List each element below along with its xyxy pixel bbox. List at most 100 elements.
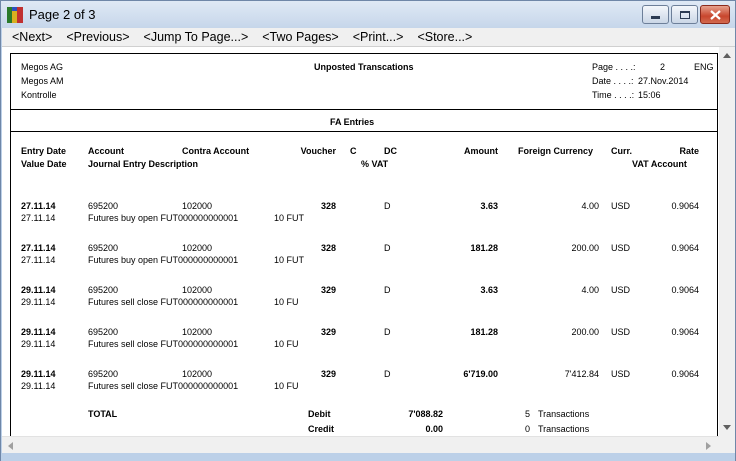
language-code: ENG (694, 62, 714, 72)
voucher-number: 329 (320, 285, 336, 295)
currency: USD (611, 327, 631, 337)
maximize-icon (679, 10, 690, 19)
col-c: C (350, 146, 357, 156)
foreign-amount: 7'412.84 (564, 369, 599, 379)
menu-jump-to-page[interactable]: <Jump To Page...> (144, 30, 249, 44)
voucher-number: 328 (320, 201, 336, 211)
exchange-rate: 0.9064 (671, 243, 699, 253)
journal-description: Futures sell close FUT000000000001 (88, 297, 239, 307)
vat-code: 10 FU (274, 297, 299, 307)
scroll-right-icon[interactable] (706, 442, 711, 450)
account-number: 695200 (88, 327, 119, 337)
account-number: 695200 (88, 201, 119, 211)
value-date: 29.11.14 (21, 339, 56, 349)
currency: USD (611, 201, 631, 211)
col-value-date: Value Date (21, 159, 67, 169)
total-label: TOTAL (88, 409, 118, 419)
debit-count: 5 (525, 409, 531, 419)
contra-account: 102000 (182, 243, 213, 253)
menu-next[interactable]: <Next> (12, 30, 52, 44)
page-label: Page . . . .: (592, 62, 636, 72)
foreign-amount: 200.00 (571, 243, 599, 253)
contra-account: 102000 (182, 285, 213, 295)
col-vat-account: VAT Account (632, 159, 687, 169)
col-vat-percent: % VAT (361, 159, 389, 169)
entry-date: 29.11.14 (21, 327, 56, 337)
maximize-button[interactable] (671, 5, 698, 24)
vat-code: 10 FU (274, 339, 299, 349)
app-icon (7, 7, 23, 23)
amount: 6'719.00 (463, 369, 498, 379)
menu-bar: <Next> <Previous> <Jump To Page...> <Two… (2, 28, 735, 47)
horizontal-scrollbar[interactable] (2, 436, 719, 453)
scroll-up-icon[interactable] (723, 53, 731, 58)
voucher-number: 328 (320, 243, 336, 253)
amount: 3.63 (480, 201, 498, 211)
exchange-rate: 0.9064 (671, 327, 699, 337)
vat-code: 10 FU (274, 381, 299, 391)
contra-account: 102000 (182, 327, 213, 337)
vat-code: 10 FUT (274, 255, 305, 265)
menu-print[interactable]: <Print...> (353, 30, 404, 44)
entry-date: 27.11.14 (21, 243, 56, 253)
col-foreign-currency: Foreign Currency (518, 146, 594, 156)
col-entry-date: Entry Date (21, 146, 67, 156)
foreign-amount: 4.00 (581, 201, 599, 211)
exchange-rate: 0.9064 (671, 285, 699, 295)
page-number: 2 (660, 62, 666, 72)
col-currency: Curr. (611, 146, 633, 156)
amount: 181.28 (470, 327, 498, 337)
value-date: 29.11.14 (21, 297, 56, 307)
time-label: Time . . . .: (592, 90, 635, 100)
menu-store[interactable]: <Store...> (417, 30, 472, 44)
voucher-number: 329 (320, 327, 336, 337)
debit-credit-flag: D (384, 201, 391, 211)
credit-label: Credit (308, 424, 335, 434)
col-dc: DC (384, 146, 397, 156)
account-number: 695200 (88, 285, 119, 295)
scroll-left-icon[interactable] (8, 442, 13, 450)
credit-transactions-label: Transactions (538, 424, 590, 434)
report-page: Megos AG Megos AM Kontrolle Unposted Tra… (10, 53, 718, 436)
report-title: Unposted Transcations (314, 62, 414, 72)
debit-credit-flag: D (384, 243, 391, 253)
close-button[interactable] (700, 5, 730, 24)
entry-date: 29.11.14 (21, 369, 56, 379)
exchange-rate: 0.9064 (671, 201, 699, 211)
vat-code: 10 FUT (274, 213, 305, 223)
header-divider (11, 109, 717, 110)
currency: USD (611, 369, 631, 379)
title-bar[interactable]: Page 2 of 3 (1, 1, 735, 28)
minimize-icon (651, 16, 660, 19)
credit-count: 0 (525, 424, 531, 434)
foreign-amount: 200.00 (571, 327, 599, 337)
exchange-rate: 0.9064 (671, 369, 699, 379)
minimize-button[interactable] (642, 5, 669, 24)
journal-description: Futures buy open FUT000000000001 (88, 213, 239, 223)
company-line: Megos AG (21, 62, 64, 72)
menu-two-pages[interactable]: <Two Pages> (262, 30, 338, 44)
credit-total: 0.00 (425, 424, 443, 434)
company-line: Megos AM (21, 76, 64, 86)
report-time: 15:06 (638, 90, 661, 100)
contra-account: 102000 (182, 369, 213, 379)
report-viewer: Megos AG Megos AM Kontrolle Unposted Tra… (2, 47, 735, 436)
vertical-scrollbar[interactable] (719, 47, 735, 436)
amount: 3.63 (480, 285, 498, 295)
currency: USD (611, 285, 631, 295)
section-divider (11, 131, 717, 132)
col-rate: Rate (679, 146, 699, 156)
menu-previous[interactable]: <Previous> (66, 30, 129, 44)
currency: USD (611, 243, 631, 253)
col-contra-account: Contra Account (182, 146, 250, 156)
debit-credit-flag: D (384, 369, 391, 379)
app-window: Page 2 of 3 <Next> <Previous> <Jump To P… (0, 0, 736, 461)
col-voucher: Voucher (300, 146, 336, 156)
date-label: Date . . . .: (592, 76, 634, 86)
journal-description: Futures sell close FUT000000000001 (88, 339, 239, 349)
scrollbar-corner (719, 436, 735, 453)
voucher-number: 329 (320, 369, 336, 379)
window-bottom-border (1, 453, 735, 461)
scroll-down-icon[interactable] (723, 425, 731, 430)
company-line: Kontrolle (21, 90, 57, 100)
